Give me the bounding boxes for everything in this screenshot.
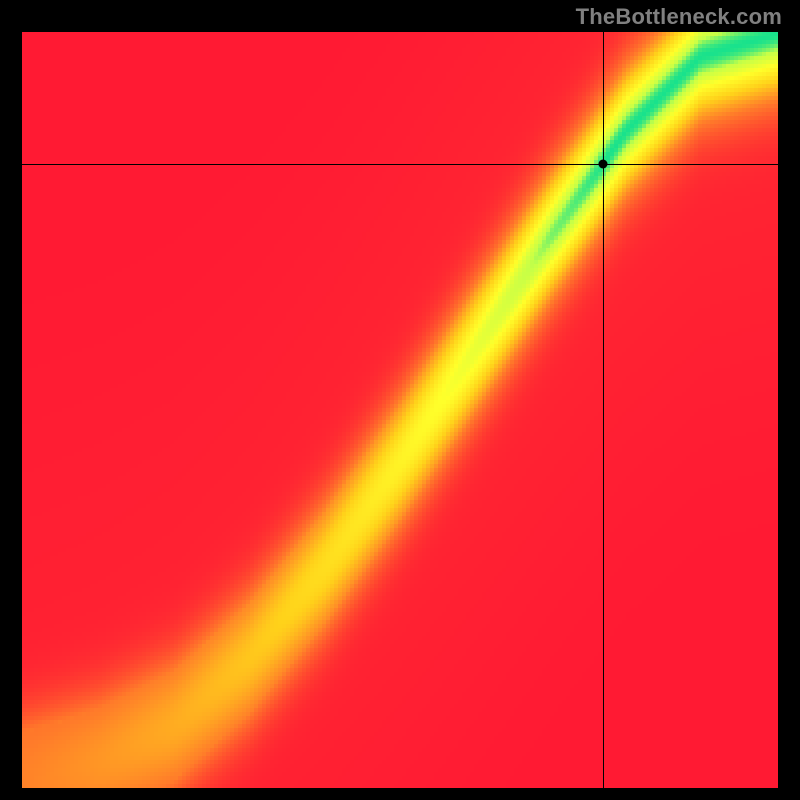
heatmap-plot [22, 32, 778, 788]
chart-frame: TheBottleneck.com [0, 0, 800, 800]
crosshair-horizontal [22, 164, 778, 166]
attribution-label: TheBottleneck.com [576, 4, 782, 30]
heatmap-canvas [22, 32, 778, 788]
crosshair-vertical [603, 32, 605, 788]
intersection-marker [598, 159, 607, 168]
